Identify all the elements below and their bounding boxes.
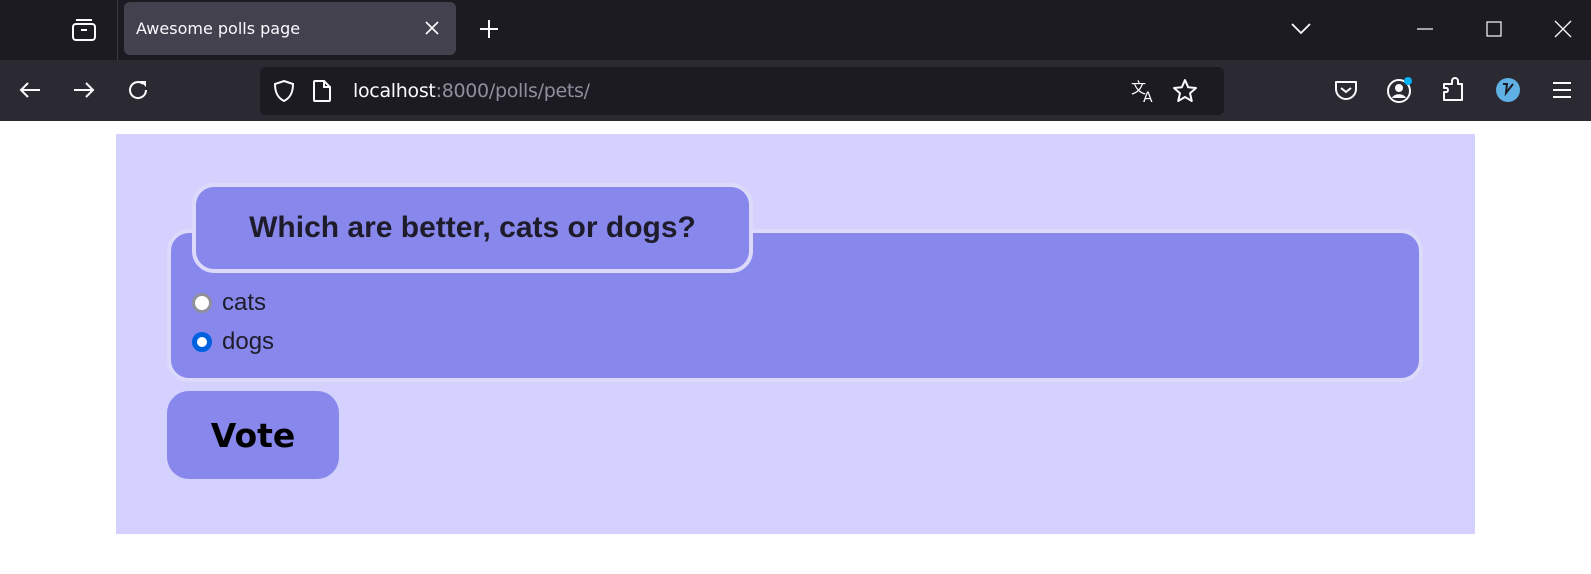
url-bar[interactable]: localhost:8000/polls/pets/ 文A [260, 67, 1224, 115]
poll-question: Which are better, cats or dogs? [249, 211, 696, 244]
tracking-protection-button[interactable] [272, 79, 296, 103]
app-menu-button[interactable] [1546, 74, 1578, 106]
poll-container: Which are better, cats or dogs? cats dog… [116, 134, 1475, 534]
extension-v-button[interactable] [1492, 74, 1524, 106]
page-content: Which are better, cats or dogs? cats dog… [0, 121, 1591, 574]
maximize-button[interactable] [1474, 14, 1514, 44]
list-all-tabs-button[interactable] [1286, 14, 1316, 44]
shield-icon [273, 79, 295, 103]
plus-icon [480, 20, 498, 38]
url-path: :8000/polls/pets/ [435, 80, 590, 102]
navigation-toolbar: localhost:8000/polls/pets/ 文A [0, 60, 1591, 121]
hamburger-icon [1553, 82, 1571, 98]
firefox-view-icon [72, 19, 96, 41]
extensions-button[interactable] [1438, 74, 1470, 106]
reload-button[interactable] [122, 74, 154, 106]
notification-dot [1404, 77, 1412, 85]
tab-separator [117, 0, 118, 60]
choice-label: dogs [222, 328, 275, 355]
firefox-view-button[interactable] [66, 12, 102, 48]
pocket-icon [1335, 81, 1357, 100]
arrow-left-icon [19, 82, 40, 98]
arrow-right-icon [74, 82, 95, 98]
choice-label: cats [222, 289, 267, 316]
new-tab-button[interactable] [474, 14, 504, 44]
translate-icon: 文A [1131, 79, 1153, 104]
account-button[interactable] [1384, 74, 1416, 106]
poll-question-legend: Which are better, cats or dogs? [192, 183, 753, 273]
extension-icon [1496, 78, 1520, 102]
tab-active[interactable]: Awesome polls page [124, 2, 456, 55]
bookmark-button[interactable] [1171, 79, 1199, 103]
star-icon [1173, 79, 1197, 102]
choice-dogs[interactable]: dogs [192, 328, 274, 356]
forward-button[interactable] [68, 74, 100, 106]
close-icon [425, 21, 439, 35]
chevron-down-icon [1291, 23, 1311, 35]
vote-label: Vote [210, 415, 296, 455]
tab-close-button[interactable] [420, 16, 444, 40]
translate-button[interactable]: 文A [1130, 79, 1158, 104]
tab-strip: Awesome polls page [0, 0, 1591, 60]
account-icon [1387, 77, 1412, 103]
window-close-button[interactable] [1543, 14, 1583, 44]
tab-title: Awesome polls page [136, 19, 301, 38]
close-icon [1554, 20, 1572, 38]
svg-text:A: A [1143, 90, 1153, 104]
reload-icon [129, 81, 148, 99]
pocket-button[interactable] [1330, 74, 1362, 106]
vote-button[interactable]: Vote [167, 391, 339, 479]
radio-dogs[interactable] [192, 332, 212, 352]
choice-cats[interactable]: cats [192, 289, 266, 317]
page-info-button[interactable] [310, 79, 334, 103]
minimize-button[interactable] [1405, 14, 1445, 44]
url-text[interactable]: localhost:8000/polls/pets/ [353, 80, 590, 102]
url-host: localhost [353, 80, 436, 102]
minimize-icon [1417, 28, 1433, 30]
puzzle-icon [1443, 77, 1463, 101]
maximize-icon [1486, 21, 1502, 37]
back-button[interactable] [14, 74, 46, 106]
page-icon [313, 80, 331, 102]
radio-cats[interactable] [192, 293, 212, 313]
